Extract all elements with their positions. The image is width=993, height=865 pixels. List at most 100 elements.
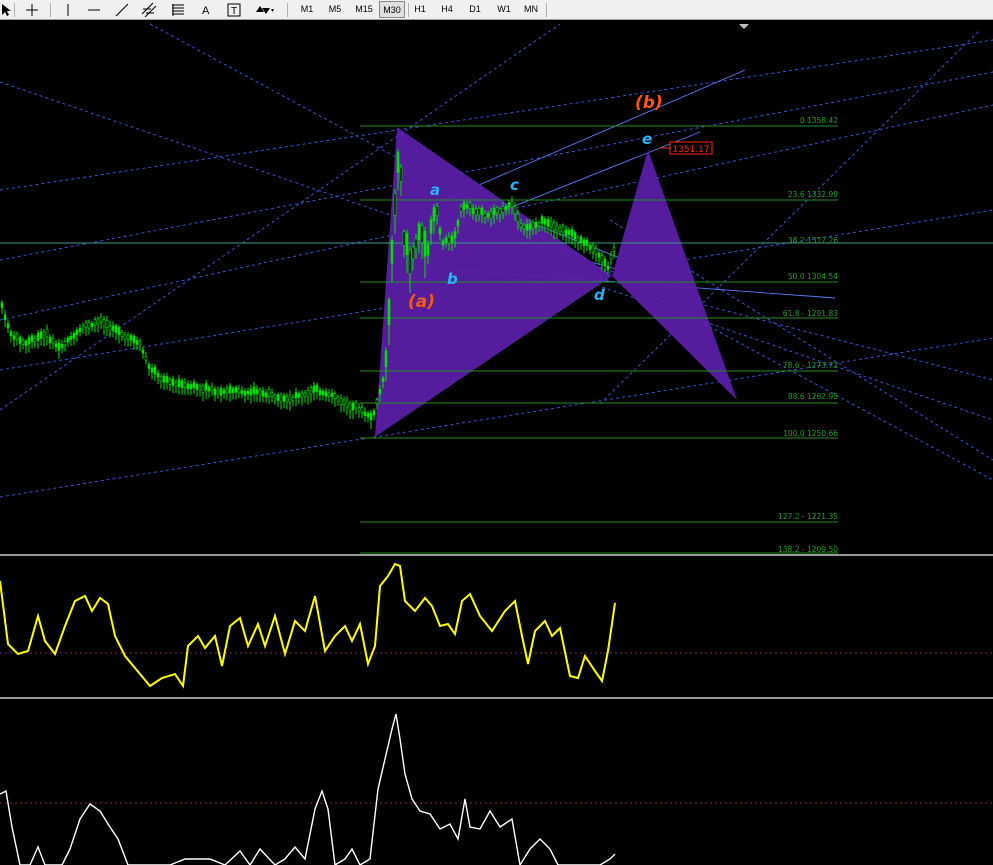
fib-label: 38.2 1317.26 (788, 236, 838, 245)
channel-icon[interactable] (141, 2, 157, 18)
candle-body (168, 378, 172, 385)
candle-body (75, 329, 79, 335)
candle-body (432, 207, 436, 222)
timeframe-m1-button[interactable]: M1 (296, 1, 318, 18)
fib-label: 78.6 - 1273.72 (783, 361, 838, 370)
fib-label: 61.8 - 1291.83 (783, 309, 838, 318)
candle-body (384, 350, 388, 368)
candle-body (273, 394, 277, 399)
candle-body (312, 385, 316, 393)
candle-body (327, 392, 331, 397)
candle-body (192, 382, 196, 389)
chart-shift-marker[interactable] (739, 24, 749, 29)
candle-body (153, 366, 157, 375)
candle-body (138, 341, 142, 346)
vertical-line-icon[interactable] (60, 2, 76, 18)
timeframe-d1-button[interactable]: D1 (465, 1, 485, 18)
arrows-icon[interactable] (254, 2, 274, 18)
candle-body (597, 252, 601, 258)
candle-body (216, 389, 220, 394)
timeframe-h4-button[interactable]: H4 (436, 1, 458, 18)
oscillator-pane-2[interactable] (0, 699, 993, 865)
candle-body (123, 334, 127, 341)
candle-body (249, 388, 253, 396)
candle-body (342, 399, 346, 405)
candle-body (309, 387, 313, 395)
candle-body (417, 223, 421, 241)
timeframe-mn-button[interactable]: MN (520, 1, 542, 18)
timeframe-m15-button[interactable]: M15 (351, 1, 377, 18)
candle-body (558, 227, 562, 232)
candle-body (324, 391, 328, 397)
candle-body (228, 385, 232, 394)
candle-body (105, 320, 109, 328)
candle-body (522, 224, 526, 229)
candle-body (351, 402, 355, 411)
candle-body (348, 402, 352, 411)
candle-body (363, 411, 367, 416)
candle-body (3, 314, 7, 321)
candle-body (84, 322, 88, 328)
candle-body (603, 258, 607, 266)
toolbar-separator (546, 3, 547, 17)
candle-body (36, 333, 40, 341)
candle-body (399, 166, 403, 182)
candle-body (459, 206, 463, 212)
candle-body (408, 249, 412, 275)
candle-body (261, 390, 265, 397)
candle-body (396, 151, 400, 173)
fibonacci-icon[interactable] (170, 2, 186, 18)
price-chart[interactable]: 0 1358.42 23.6 1332.99 38.2 1317.26 50.0… (0, 20, 993, 554)
candle-body (510, 200, 514, 208)
trendline-icon[interactable] (114, 2, 130, 18)
timeframe-m5-button[interactable]: M5 (324, 1, 346, 18)
candle-body (72, 332, 76, 339)
candle-body (474, 208, 478, 216)
candle-body (162, 375, 166, 383)
wave-label-b: b (447, 270, 458, 288)
candle-body (492, 208, 496, 216)
timeframe-h1-button[interactable]: H1 (410, 1, 430, 18)
candle-body (42, 331, 46, 339)
candle-body (27, 337, 31, 345)
candle-body (165, 376, 169, 383)
candle-body (225, 388, 229, 395)
wave-label-c: c (510, 176, 519, 194)
fib-label: 127.2 - 1221.35 (778, 512, 838, 521)
candle-body (294, 392, 298, 399)
candle-body (114, 325, 118, 333)
candle-body (147, 364, 151, 369)
candle-body (366, 412, 370, 418)
candle-body (258, 389, 262, 395)
candle-body (471, 207, 475, 214)
horizontal-line-icon[interactable] (86, 2, 102, 18)
candle-body (90, 323, 94, 328)
candle-body (447, 236, 451, 244)
crosshair-icon[interactable] (24, 2, 40, 18)
candle-body (414, 238, 418, 250)
candle-body (255, 388, 259, 395)
wave-label-b-upper: (b) (635, 93, 663, 113)
candle-body (393, 193, 397, 216)
candle-body (243, 391, 247, 396)
candle-body (120, 332, 124, 337)
text-icon[interactable]: A (198, 2, 214, 18)
candle-body (198, 386, 202, 391)
candle-body (144, 356, 148, 361)
text-label-icon[interactable]: T (226, 2, 242, 18)
candle-body (69, 336, 73, 340)
candle-body (189, 384, 193, 389)
fib-label: 138.2 - 1209.50 (778, 545, 838, 554)
candle-body (51, 338, 55, 344)
candle-body (117, 327, 121, 336)
candle-body (33, 337, 37, 342)
timeframe-m30-button[interactable]: M30 (379, 1, 405, 18)
candle-body (333, 393, 337, 400)
candle-body (231, 388, 235, 393)
timeframe-w1-button[interactable]: W1 (493, 1, 515, 18)
candle-body (426, 244, 430, 256)
candle-body (321, 391, 325, 396)
wave-label-d: d (594, 286, 605, 304)
candle-body (201, 385, 205, 393)
oscillator-pane-1[interactable] (0, 556, 993, 697)
